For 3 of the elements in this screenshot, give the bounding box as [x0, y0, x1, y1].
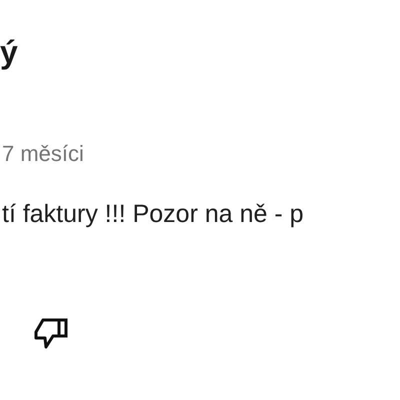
reviewer-name: ý [0, 34, 18, 70]
review-text: tí faktury !!! Pozor na ně - p [2, 199, 304, 230]
review-date: 7 měsíci [2, 140, 84, 168]
